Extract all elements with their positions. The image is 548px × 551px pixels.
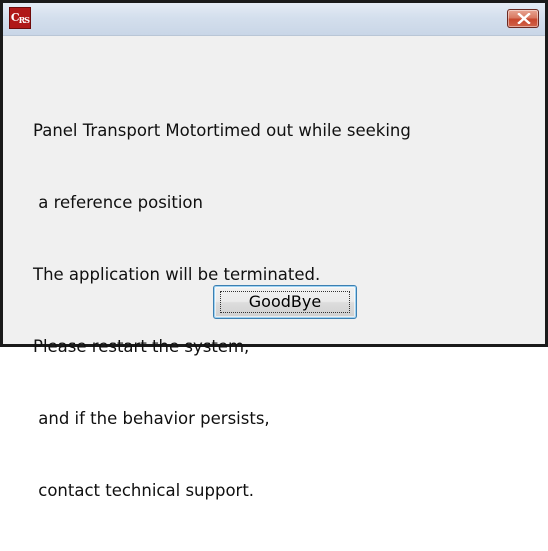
close-x-icon bbox=[517, 13, 531, 24]
dialog-window: CRS Panel Transport Motortimed out while… bbox=[0, 0, 548, 500]
message-line: and if the behavior persists, bbox=[33, 409, 270, 428]
goodbye-button[interactable]: GoodBye bbox=[213, 285, 357, 319]
message-line: Panel Transport Motortimed out while see… bbox=[33, 121, 411, 140]
goodbye-button-label: GoodBye bbox=[248, 292, 322, 311]
app-icon-sub: RS bbox=[18, 15, 30, 25]
message-line: Please restart the system, bbox=[33, 337, 250, 356]
message-line: contact technical support. bbox=[33, 481, 255, 500]
app-icon: CRS bbox=[9, 7, 31, 29]
close-button[interactable] bbox=[507, 9, 539, 28]
app-icon-letter: C bbox=[10, 11, 20, 24]
title-bar[interactable]: CRS bbox=[3, 3, 545, 36]
message-line: a reference position bbox=[33, 193, 203, 212]
message-line: The application will be terminated. bbox=[33, 265, 321, 284]
